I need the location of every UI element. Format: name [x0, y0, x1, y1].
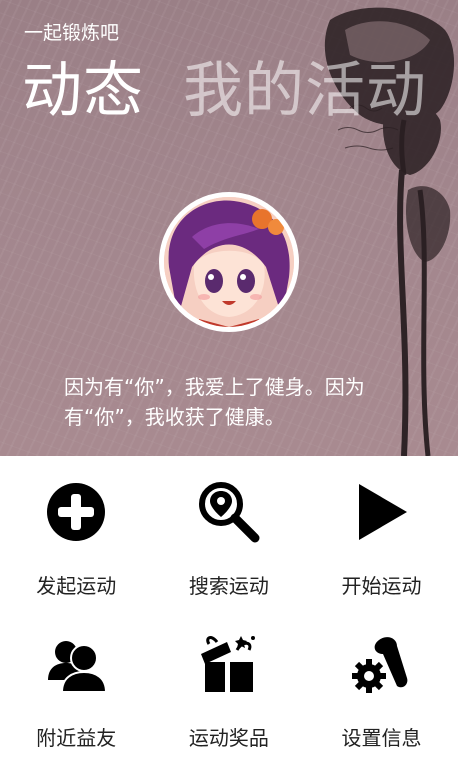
tab-my-activities[interactable]: 我的活动 [183, 56, 427, 126]
app-title: 一起锻炼吧 [24, 22, 120, 44]
menu-label: 设置信息 [341, 726, 422, 750]
search-activity-button[interactable]: 搜索运动 [153, 456, 306, 608]
begin-exercise-button[interactable]: 开始运动 [305, 456, 458, 608]
nearby-friends-button[interactable]: 附近益友 [0, 608, 153, 760]
settings-button[interactable]: 设置信息 [305, 608, 458, 760]
people-icon [48, 641, 108, 693]
motto-text: 因为有“你”，我爱上了健身。因为有“你”，我收获了健康。 [64, 375, 365, 429]
menu-label: 发起运动 [36, 574, 117, 598]
menu-label: 开始运动 [341, 574, 422, 598]
tab-dynamics[interactable]: 动态 [22, 56, 144, 126]
prizes-button[interactable]: 运动奖品 [153, 608, 306, 760]
menu-label: 附近益友 [36, 726, 117, 750]
plus-circle-icon [47, 483, 106, 541]
menu-label: 搜索运动 [188, 574, 269, 598]
function-menu: 发起运动 搜索运动 开始运动 附近益友 运动奖品 设置信息 [0, 456, 458, 760]
location-search-icon [198, 482, 260, 543]
cartoon-girl-avatar-icon [164, 197, 294, 327]
hero-banner: 一起锻炼吧 动态 我的活动 因为有“你”，我爱上了健身。因为有“你”，我收获了健… [0, 0, 458, 456]
settings-tools-icon [352, 637, 408, 693]
avatar[interactable] [159, 192, 299, 332]
start-activity-button[interactable]: 发起运动 [0, 456, 153, 608]
play-icon [359, 484, 408, 540]
gift-icon [200, 636, 255, 692]
menu-label: 运动奖品 [188, 726, 269, 750]
